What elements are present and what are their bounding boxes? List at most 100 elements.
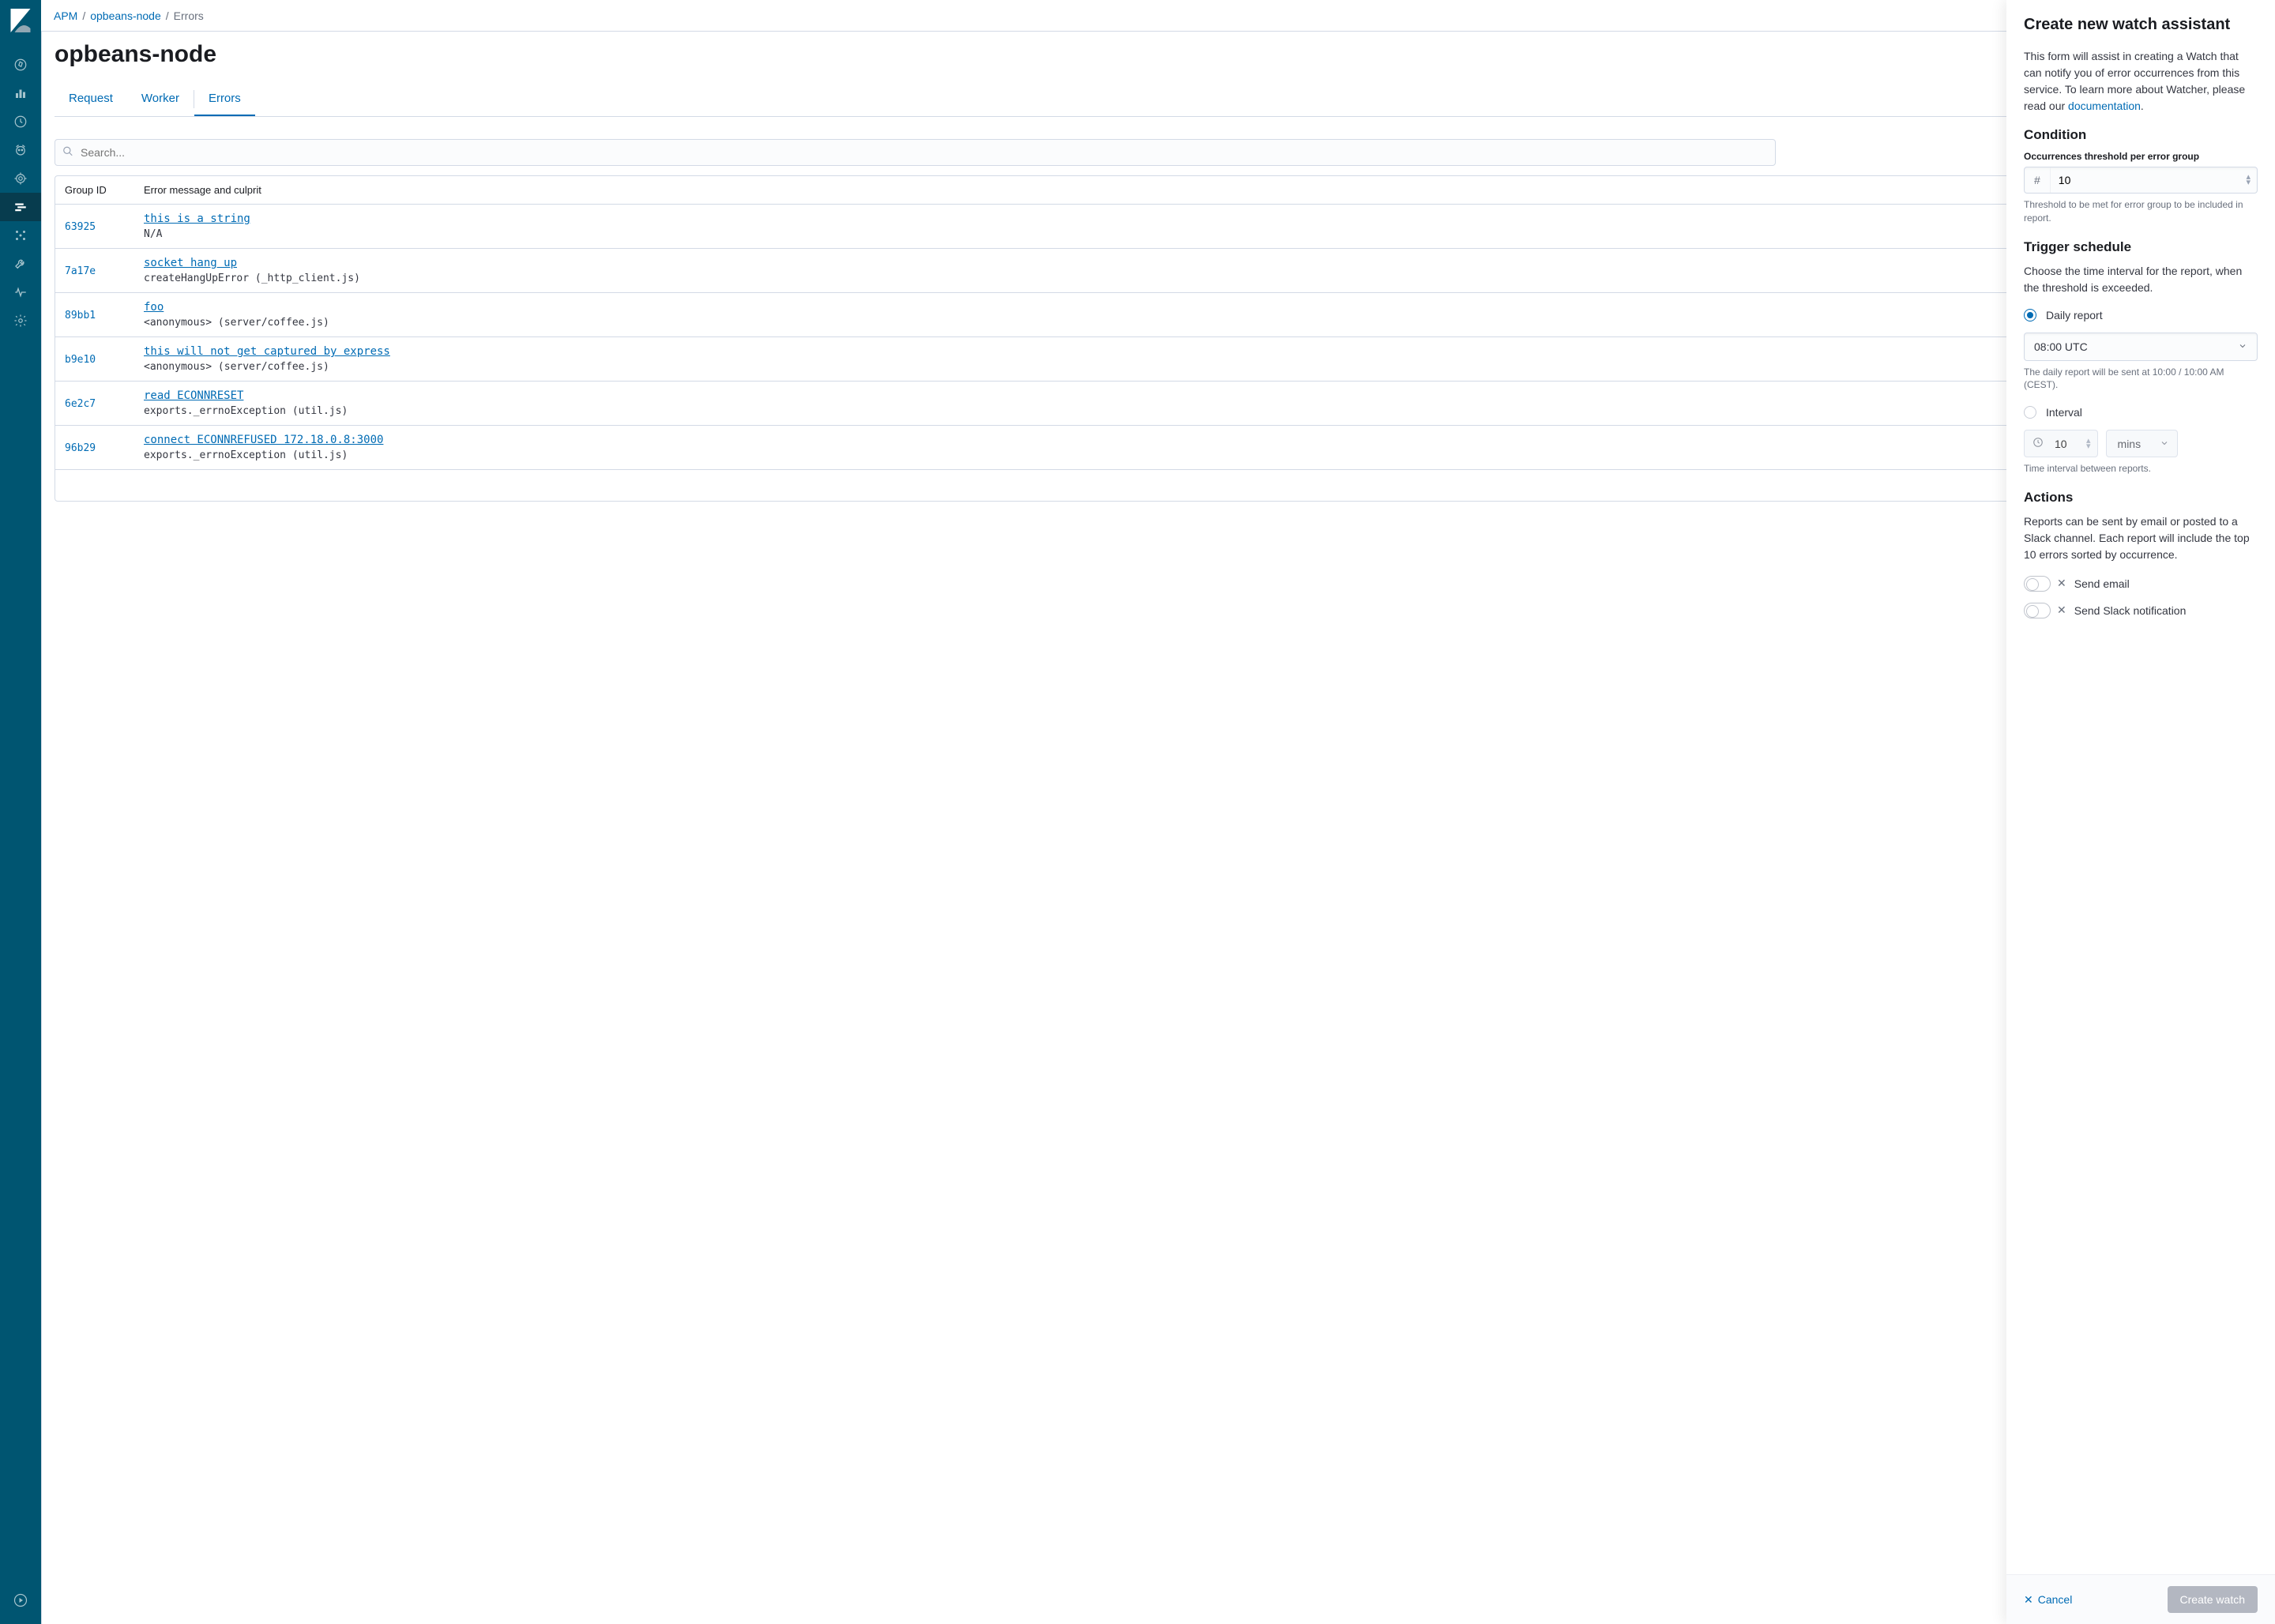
number-stepper-icon[interactable]: ▴▾ <box>2080 438 2097 449</box>
kibana-logo[interactable] <box>0 0 41 41</box>
nav-monitoring[interactable] <box>0 278 41 306</box>
documentation-link[interactable]: documentation <box>2068 100 2141 112</box>
table-row: b9e10 this will not get captured by expr… <box>55 337 2261 382</box>
slack-switch[interactable] <box>2024 603 2051 618</box>
close-icon: ✕ <box>2057 577 2066 590</box>
actions-desc: Reports can be sent by email or posted t… <box>2024 513 2258 563</box>
daily-report-radio-row[interactable]: Daily report <box>2024 309 2258 321</box>
trigger-heading: Trigger schedule <box>2024 239 2258 255</box>
radio-interval[interactable] <box>2024 406 2036 419</box>
error-message-link[interactable]: foo <box>144 301 2180 314</box>
error-message-link[interactable]: read ECONNRESET <box>144 389 2180 402</box>
tabs: Request Worker Errors <box>55 82 2262 117</box>
daily-time-select[interactable]: 08:00 UTC <box>2024 333 2258 361</box>
breadcrumb-root[interactable]: APM <box>54 9 77 22</box>
cancel-button[interactable]: ✕ Cancel <box>2024 1593 2072 1607</box>
error-culprit: N/A <box>144 228 162 240</box>
trigger-desc: Choose the time interval for the report,… <box>2024 263 2258 296</box>
error-culprit: exports._errnoException (util.js) <box>144 449 348 461</box>
slack-switch-row[interactable]: ✕ Send Slack notification <box>2024 603 2258 618</box>
breadcrumb-current: Errors <box>174 9 204 22</box>
errors-table: Group ID Error message and culprit 63925… <box>55 175 2262 502</box>
breadcrumb: APM / opbeans-node / Errors AP <box>41 0 2275 32</box>
table-header: Group ID Error message and culprit <box>55 176 2261 205</box>
email-switch[interactable] <box>2024 576 2051 592</box>
table-row: 6e2c7 read ECONNRESET exports._errnoExce… <box>55 382 2261 426</box>
nav-discover[interactable] <box>0 51 41 79</box>
interval-help: Time interval between reports. <box>2024 462 2258 476</box>
nav-ml[interactable] <box>0 221 41 250</box>
nav-canvas[interactable] <box>0 164 41 193</box>
error-culprit: <anonymous> (server/coffee.js) <box>144 317 329 329</box>
close-icon: ✕ <box>2057 603 2066 617</box>
nav-timelion[interactable] <box>0 136 41 164</box>
nav-devtools[interactable] <box>0 250 41 278</box>
interval-unit-select[interactable]: mins <box>2106 430 2179 457</box>
tab-errors[interactable]: Errors <box>194 82 255 116</box>
interval-label: Interval <box>2046 406 2082 419</box>
search-container <box>55 139 1776 166</box>
slack-switch-label: Send Slack notification <box>2074 604 2187 617</box>
daily-time-value: 08:00 UTC <box>2034 340 2088 353</box>
nav-collapse[interactable] <box>0 1586 41 1615</box>
clock-icon <box>2025 430 2051 457</box>
nav-management[interactable] <box>0 306 41 335</box>
email-switch-row[interactable]: ✕ Send email <box>2024 576 2258 592</box>
col-header-message[interactable]: Error message and culprit <box>144 184 2180 196</box>
table-row: 63925 this is a string N/A <box>55 205 2261 249</box>
daily-report-label: Daily report <box>2046 309 2103 321</box>
nav-visualize[interactable] <box>0 79 41 107</box>
group-id-link[interactable]: 6e2c7 <box>65 398 96 410</box>
interval-radio-row[interactable]: Interval <box>2024 406 2258 419</box>
flyout-footer: ✕ Cancel Create watch <box>2006 1574 2275 1624</box>
error-message-link[interactable]: connect ECONNREFUSED 172.18.0.8:3000 <box>144 434 2180 446</box>
threshold-input-group: # ▴▾ <box>2024 167 2258 194</box>
nav-dashboard[interactable] <box>0 107 41 136</box>
breadcrumb-sep: / <box>166 9 169 22</box>
breadcrumb-sep: / <box>82 9 85 22</box>
error-culprit: createHangUpError (_http_client.js) <box>144 273 360 284</box>
table-row: 7a17e socket hang up createHangUpError (… <box>55 249 2261 293</box>
chevron-down-icon <box>2152 431 2177 457</box>
interval-value-input[interactable] <box>2051 431 2080 457</box>
error-culprit: <anonymous> (server/coffee.js) <box>144 361 329 373</box>
search-input[interactable] <box>55 139 1776 166</box>
error-culprit: exports._errnoException (util.js) <box>144 405 348 417</box>
condition-heading: Condition <box>2024 127 2258 143</box>
hash-icon: # <box>2025 167 2051 193</box>
actions-heading: Actions <box>2024 490 2258 506</box>
tab-request[interactable]: Request <box>55 82 127 116</box>
error-message-link[interactable]: socket hang up <box>144 257 2180 269</box>
create-watch-button[interactable]: Create watch <box>2168 1586 2258 1613</box>
threshold-input[interactable] <box>2051 167 2240 193</box>
group-id-link[interactable]: 63925 <box>65 221 96 233</box>
nav-sidebar <box>0 0 41 1624</box>
threshold-help: Threshold to be met for error group to b… <box>2024 198 2258 225</box>
tab-worker[interactable]: Worker <box>127 82 194 116</box>
group-id-link[interactable]: 89bb1 <box>65 310 96 321</box>
group-id-link[interactable]: b9e10 <box>65 354 96 366</box>
error-message-link[interactable]: this is a string <box>144 212 2180 225</box>
daily-help: The daily report will be sent at 10:00 /… <box>2024 366 2258 393</box>
flyout-intro: This form will assist in creating a Watc… <box>2024 48 2258 115</box>
group-id-link[interactable]: 96b29 <box>65 442 96 454</box>
chevron-down-icon <box>2238 340 2247 353</box>
interval-unit-value: mins <box>2107 431 2153 457</box>
watch-assistant-flyout: Create new watch assistant This form wil… <box>2006 0 2275 1624</box>
page-title: opbeans-node <box>55 41 2262 68</box>
table-footer <box>55 469 2261 501</box>
table-row: 96b29 connect ECONNREFUSED 172.18.0.8:30… <box>55 426 2261 469</box>
radio-daily[interactable] <box>2024 309 2036 321</box>
email-switch-label: Send email <box>2074 577 2130 590</box>
threshold-label: Occurrences threshold per error group <box>2024 151 2258 162</box>
search-icon <box>62 146 73 160</box>
error-message-link[interactable]: this will not get captured by express <box>144 345 2180 358</box>
nav-apm[interactable] <box>0 193 41 221</box>
close-icon: ✕ <box>2024 1593 2033 1607</box>
interval-value-box[interactable]: ▴▾ <box>2024 430 2098 457</box>
breadcrumb-service[interactable]: opbeans-node <box>90 9 161 22</box>
col-header-groupid[interactable]: Group ID <box>65 184 144 196</box>
flyout-title: Create new watch assistant <box>2024 16 2258 34</box>
number-stepper-icon[interactable]: ▴▾ <box>2239 175 2257 185</box>
group-id-link[interactable]: 7a17e <box>65 265 96 277</box>
